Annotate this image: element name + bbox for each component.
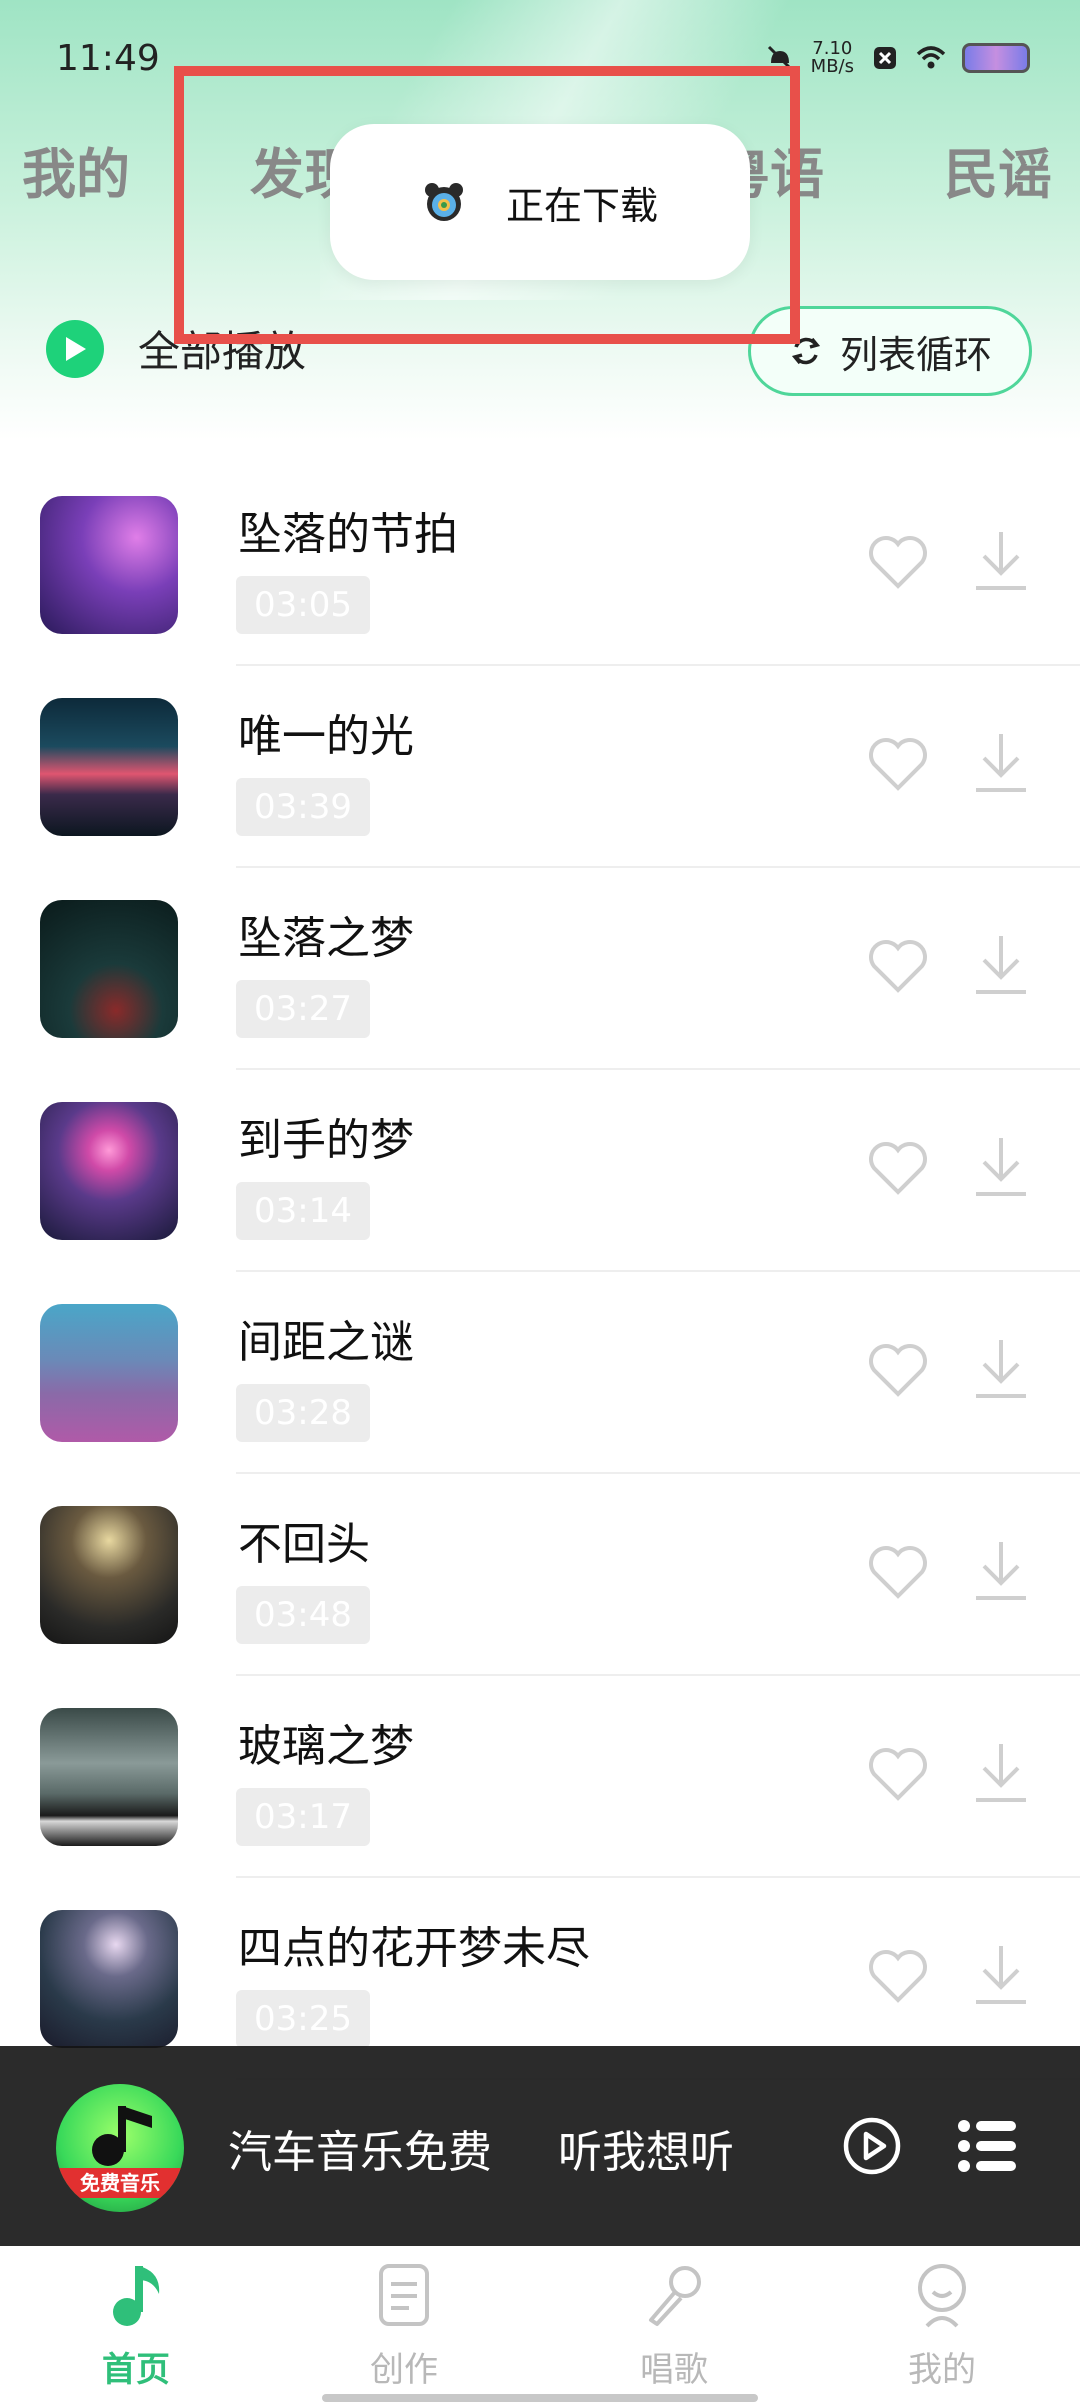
- favorite-heart-icon[interactable]: [866, 936, 930, 996]
- song-duration: 03:14: [236, 1182, 370, 1240]
- song-row[interactable]: 坠落之梦 03:27: [0, 868, 1080, 1070]
- song-title: 间距之谜: [238, 1317, 414, 1368]
- home-indicator[interactable]: [322, 2394, 758, 2402]
- tab-mine[interactable]: 我的: [22, 130, 130, 209]
- microphone-icon: [649, 2266, 701, 2326]
- nav-sing-label: 唱歌: [640, 2350, 708, 2390]
- nav-mine[interactable]: 我的: [852, 2260, 1032, 2391]
- song-title: 坠落的节拍: [238, 509, 458, 560]
- favorite-heart-icon[interactable]: [866, 1340, 930, 1400]
- album-cover: [40, 496, 178, 634]
- download-icon[interactable]: [972, 1942, 1030, 2008]
- nav-mine-label: 我的: [908, 2350, 976, 2390]
- battery-icon: [962, 43, 1030, 73]
- play-icon: [46, 319, 104, 378]
- mini-player-title: 汽车音乐免费: [228, 2127, 492, 2178]
- download-icon[interactable]: [972, 932, 1030, 998]
- app-logo: 免费音乐: [56, 2084, 184, 2212]
- network-speed: 7.10 MB/s: [811, 40, 854, 76]
- bottom-navigation: 首页 创作 唱歌 我的: [0, 2246, 1080, 2408]
- favorite-heart-icon[interactable]: [866, 1744, 930, 1804]
- wifi-icon: [916, 46, 946, 69]
- song-title: 坠落之梦: [238, 913, 414, 964]
- favorite-heart-icon[interactable]: [866, 1542, 930, 1602]
- speed-unit: MB/s: [810, 56, 854, 77]
- favorite-heart-icon[interactable]: [866, 1946, 930, 2006]
- profile-icon: [918, 2264, 966, 2328]
- album-cover: [40, 1708, 178, 1846]
- song-row[interactable]: 不回头 03:48: [0, 1474, 1080, 1676]
- favorite-heart-icon[interactable]: [866, 532, 930, 592]
- song-duration: 03:25: [236, 1990, 370, 2048]
- song-duration: 03:17: [236, 1788, 370, 1846]
- loop-mode-label: 列表循环: [839, 332, 992, 377]
- highlight-box: [174, 66, 800, 344]
- album-cover: [40, 1304, 178, 1442]
- status-icons: 7.10 MB/s: [765, 40, 1030, 76]
- nav-sing[interactable]: 唱歌: [584, 2260, 764, 2391]
- song-title: 四点的花开梦未尽: [238, 1923, 590, 1974]
- album-cover: [40, 1102, 178, 1240]
- document-icon: [379, 2264, 429, 2326]
- nav-home[interactable]: 首页: [46, 2260, 226, 2391]
- album-cover: [40, 1506, 178, 1644]
- song-row[interactable]: 到手的梦 03:14: [0, 1070, 1080, 1272]
- play-icon[interactable]: [842, 2116, 902, 2176]
- song-row[interactable]: 间距之谜 03:28: [0, 1272, 1080, 1474]
- nav-create-label: 创作: [370, 2350, 438, 2390]
- song-title: 到手的梦: [238, 1115, 414, 1166]
- album-cover: [40, 698, 178, 836]
- song-duration: 03:27: [236, 980, 370, 1038]
- song-title: 不回头: [238, 1519, 370, 1570]
- download-icon[interactable]: [972, 730, 1030, 796]
- nav-home-label: 首页: [102, 2350, 170, 2390]
- song-row[interactable]: 坠落的节拍 03:05: [0, 464, 1080, 666]
- song-row[interactable]: 唯一的光 03:39: [0, 666, 1080, 868]
- download-icon[interactable]: [972, 1336, 1030, 1402]
- app-logo-label: 免费音乐: [56, 2168, 184, 2198]
- mini-player-bar[interactable]: 免费音乐 汽车音乐免费 听我想听: [0, 2046, 1080, 2246]
- song-duration: 03:48: [236, 1586, 370, 1644]
- song-duration: 03:28: [236, 1384, 370, 1442]
- status-time: 11:49: [56, 38, 160, 79]
- mini-player-subtitle: 听我想听: [558, 2127, 734, 2178]
- notification-x-icon: [874, 47, 896, 69]
- playlist-icon[interactable]: [958, 2118, 1016, 2174]
- song-title: 玻璃之梦: [238, 1721, 414, 1772]
- song-duration: 03:05: [236, 576, 370, 634]
- music-note-icon: [113, 2266, 160, 2326]
- download-icon[interactable]: [972, 528, 1030, 594]
- album-cover: [40, 900, 178, 1038]
- song-duration: 03:39: [236, 778, 370, 836]
- album-cover: [40, 1910, 178, 2048]
- song-list: 坠落的节拍 03:05 唯一的光 03:39 坠落之梦 03:27 到手的梦 0…: [0, 464, 1080, 2080]
- download-icon[interactable]: [972, 1740, 1030, 1806]
- song-row[interactable]: 玻璃之梦 03:17: [0, 1676, 1080, 1878]
- download-icon[interactable]: [972, 1134, 1030, 1200]
- tab-folk[interactable]: 民谣: [944, 130, 1052, 209]
- download-icon[interactable]: [972, 1538, 1030, 1604]
- favorite-heart-icon[interactable]: [866, 1138, 930, 1198]
- nav-create[interactable]: 创作: [314, 2260, 494, 2391]
- song-title: 唯一的光: [238, 711, 414, 762]
- favorite-heart-icon[interactable]: [866, 734, 930, 794]
